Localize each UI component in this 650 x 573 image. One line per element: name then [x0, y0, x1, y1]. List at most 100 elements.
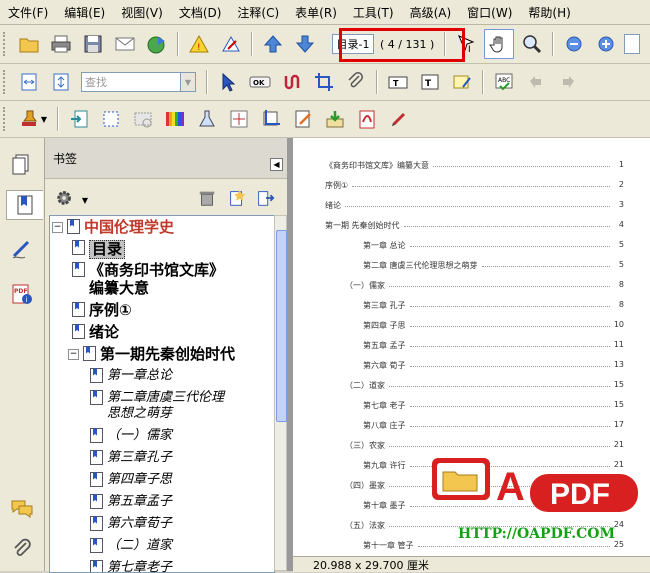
toc-entry[interactable]: 第一章 总论5	[293, 240, 650, 254]
note-tool-button[interactable]	[448, 68, 476, 96]
email-button[interactable]	[111, 30, 139, 58]
toolbar-grip[interactable]	[3, 32, 9, 56]
prev-page-button[interactable]	[259, 30, 287, 58]
bookmark-item[interactable]: 编纂大意	[68, 280, 149, 297]
redo-button[interactable]	[554, 68, 582, 96]
toc-entry[interactable]: 第七章 老子15	[293, 400, 650, 414]
find-dropdown-icon[interactable]: ▼	[180, 72, 196, 92]
warning-button[interactable]: !	[185, 30, 213, 58]
zoom-level-input[interactable]	[624, 34, 640, 54]
toc-entry[interactable]: （一）儒家8	[293, 280, 650, 294]
zoom-tool-button[interactable]	[518, 30, 546, 58]
toc-entry[interactable]: 第三章 孔子8	[293, 300, 650, 314]
menu-item[interactable]: 高级(A)	[402, 4, 460, 21]
bookmark-item[interactable]: 第二章唐虞三代伦理	[86, 390, 224, 406]
bookmark-item[interactable]: 绪论	[68, 324, 119, 341]
toc-entry[interactable]: 第八章 庄子17	[293, 420, 650, 434]
toc-entry[interactable]: 第四章 子思10	[293, 320, 650, 334]
new-bookmark-button[interactable]	[225, 186, 249, 210]
edit-document-button[interactable]	[289, 105, 317, 133]
bookmark-item[interactable]: 目录	[68, 240, 125, 259]
toc-entry[interactable]: 第六章 荀子13	[293, 360, 650, 374]
text-box-button[interactable]: T	[384, 68, 412, 96]
redact-button[interactable]	[385, 105, 413, 133]
toc-entry[interactable]: 绪论3	[293, 200, 650, 214]
select-object-button[interactable]	[214, 68, 242, 96]
next-page-button[interactable]	[291, 30, 319, 58]
collapse-toggle[interactable]: −	[68, 349, 79, 360]
bookmark-item[interactable]: 第五章孟子	[86, 494, 172, 510]
toolbar-grip[interactable]	[3, 107, 9, 131]
open-button[interactable]	[15, 30, 43, 58]
undo-button[interactable]	[522, 68, 550, 96]
export-button[interactable]	[65, 105, 93, 133]
chevron-down-icon[interactable]: ▼	[73, 188, 97, 212]
bookmark-item[interactable]: 第七章老子	[86, 560, 172, 573]
crop-pages-button[interactable]	[257, 105, 285, 133]
toc-entry[interactable]: 第一期 先秦创始时代4	[293, 220, 650, 234]
menu-item[interactable]: 文件(F)	[0, 4, 56, 21]
zoom-in-button[interactable]	[592, 30, 620, 58]
spellcheck-button[interactable]: ABC	[490, 68, 518, 96]
scrollbar-thumb[interactable]	[276, 230, 287, 422]
toc-entry[interactable]: （三）农家21	[293, 440, 650, 454]
expand-bookmark-button[interactable]	[253, 186, 277, 210]
find-input[interactable]: 查找▼	[81, 72, 196, 92]
menu-item[interactable]: 编辑(E)	[56, 4, 113, 21]
menu-item[interactable]: 帮助(H)	[520, 4, 578, 21]
bookmark-item[interactable]: 序例①	[68, 302, 132, 319]
stamp-button[interactable]: ▼	[15, 105, 51, 133]
bookmark-item[interactable]: −中国伦理学史	[52, 219, 174, 236]
bookmark-item[interactable]: （一）儒家	[86, 428, 172, 444]
menu-item[interactable]: 文档(D)	[171, 4, 230, 21]
delete-bookmark-button[interactable]	[195, 186, 219, 210]
bookmarks-panel-button[interactable]	[6, 190, 43, 220]
ok-button[interactable]: OK	[246, 68, 274, 96]
toc-entry[interactable]: 第五章 孟子11	[293, 340, 650, 354]
bookmark-item[interactable]: （二）道家	[86, 538, 172, 554]
fit-page-button[interactable]	[47, 68, 75, 96]
toc-entry[interactable]: 序例①2	[293, 180, 650, 194]
crosshair-button[interactable]	[225, 105, 253, 133]
bookmark-item[interactable]: 第四章子思	[86, 472, 172, 488]
bookmark-item[interactable]: 第一章总论	[86, 368, 172, 384]
hand-tool-button[interactable]	[484, 29, 514, 59]
bookmarks-scrollbar[interactable]	[274, 215, 287, 571]
bookmark-item[interactable]: 第六章荀子	[86, 516, 172, 532]
collapse-panel-icon[interactable]: ◀	[270, 158, 283, 171]
pdf-info-panel-button[interactable]: PDFi	[8, 280, 36, 308]
toc-entry[interactable]: 第二章 唐虞三代伦理思想之萌芽5	[293, 260, 650, 274]
bookmark-item[interactable]: 第三章孔子	[86, 450, 172, 466]
attachments-panel-button[interactable]	[8, 536, 36, 564]
flask-button[interactable]	[193, 105, 221, 133]
menu-item[interactable]: 窗口(W)	[459, 4, 520, 21]
pages-panel-button[interactable]	[8, 150, 36, 178]
save-button[interactable]	[79, 30, 107, 58]
sign-button[interactable]	[217, 30, 245, 58]
color-button[interactable]	[161, 105, 189, 133]
pdf-convert-button[interactable]	[353, 105, 381, 133]
menu-item[interactable]: 工具(T)	[345, 4, 402, 21]
fit-width-button[interactable]	[15, 68, 43, 96]
signatures-panel-button[interactable]	[8, 236, 36, 264]
attach-button[interactable]	[342, 68, 370, 96]
snapshot-button[interactable]	[129, 105, 157, 133]
text-field-button[interactable]: T	[416, 68, 444, 96]
crop-tool-button[interactable]	[310, 68, 338, 96]
toc-entry[interactable]: （二）道家15	[293, 380, 650, 394]
bookmark-item[interactable]: 《商务印书馆文库》	[68, 262, 224, 279]
share-button[interactable]	[143, 30, 171, 58]
menu-item[interactable]: 视图(V)	[113, 4, 171, 21]
print-button[interactable]	[47, 30, 75, 58]
collapse-toggle[interactable]: −	[52, 222, 63, 233]
toc-entry[interactable]: 《商务印书馆文库》编纂大意1	[293, 160, 650, 174]
download-button[interactable]	[321, 105, 349, 133]
link-tool-button[interactable]	[278, 68, 306, 96]
comments-panel-button[interactable]	[8, 494, 36, 522]
zoom-out-button[interactable]	[560, 30, 588, 58]
bookmark-item[interactable]: −第一期先秦创始时代	[68, 346, 235, 363]
menu-item[interactable]: 注释(C)	[229, 4, 287, 21]
menu-item[interactable]: 表单(R)	[287, 4, 345, 21]
select-area-button[interactable]	[97, 105, 125, 133]
bookmark-item[interactable]: 思想之萌芽	[86, 406, 172, 422]
